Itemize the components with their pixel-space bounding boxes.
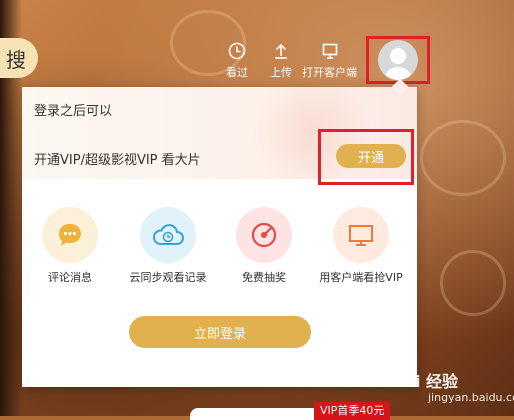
search-label: 搜 [6,47,26,72]
tv-icon [333,207,389,263]
comment-icon [42,207,98,263]
cloud-sync-icon [140,207,196,263]
login-dropdown-panel: 登录之后可以 开通VIP/超级影视VIP 看大片 开通 评论消息 云同步观看记录… [22,78,417,387]
history-label: 看过 [226,66,248,79]
lottery-icon [236,207,292,263]
feature-cloud-sync[interactable]: 云同步观看记录 [118,207,218,285]
user-avatar-button[interactable] [366,36,430,84]
login-hint-text: 登录之后可以 [34,104,113,119]
feature-label: 免费抽奖 [242,271,286,284]
feature-label: 用客户端看抢VIP [319,271,403,284]
upload-label: 上传 [270,66,292,79]
feature-comments[interactable]: 评论消息 [20,207,120,285]
upload-icon [275,43,287,59]
banner-swirl [420,120,506,196]
feature-client-vip[interactable]: 用客户端看抢VIP [311,207,411,285]
vip-price-badge[interactable]: VIP首季40元 [314,402,391,420]
watermark-logo: Bai 经验 [392,372,459,391]
feature-label: 云同步观看记录 [129,271,207,284]
banner-swirl [440,250,506,316]
feature-label: 评论消息 [48,271,92,284]
vip-promo-text: 开通VIP/超级影视VIP 看大片 [34,153,201,168]
user-icon [384,48,412,80]
open-client-button[interactable]: 打开客户端 [302,42,357,80]
bottom-bar [190,408,320,420]
monitor-icon [322,43,337,59]
watermark-url: jingyan.baidu.com [428,391,514,404]
open-client-label: 打开客户端 [302,66,357,79]
login-now-button[interactable]: 立即登录 [129,316,311,348]
feature-list: 评论消息 云同步观看记录 免费抽奖 用客户端看抢VIP [22,207,417,297]
feature-lottery[interactable]: 免费抽奖 [214,207,314,285]
open-vip-button[interactable]: 开通 [336,144,406,168]
avatar [378,40,418,80]
upload-button[interactable]: 上传 [270,42,292,80]
clock-icon [228,42,246,60]
history-button[interactable]: 看过 [226,42,248,80]
